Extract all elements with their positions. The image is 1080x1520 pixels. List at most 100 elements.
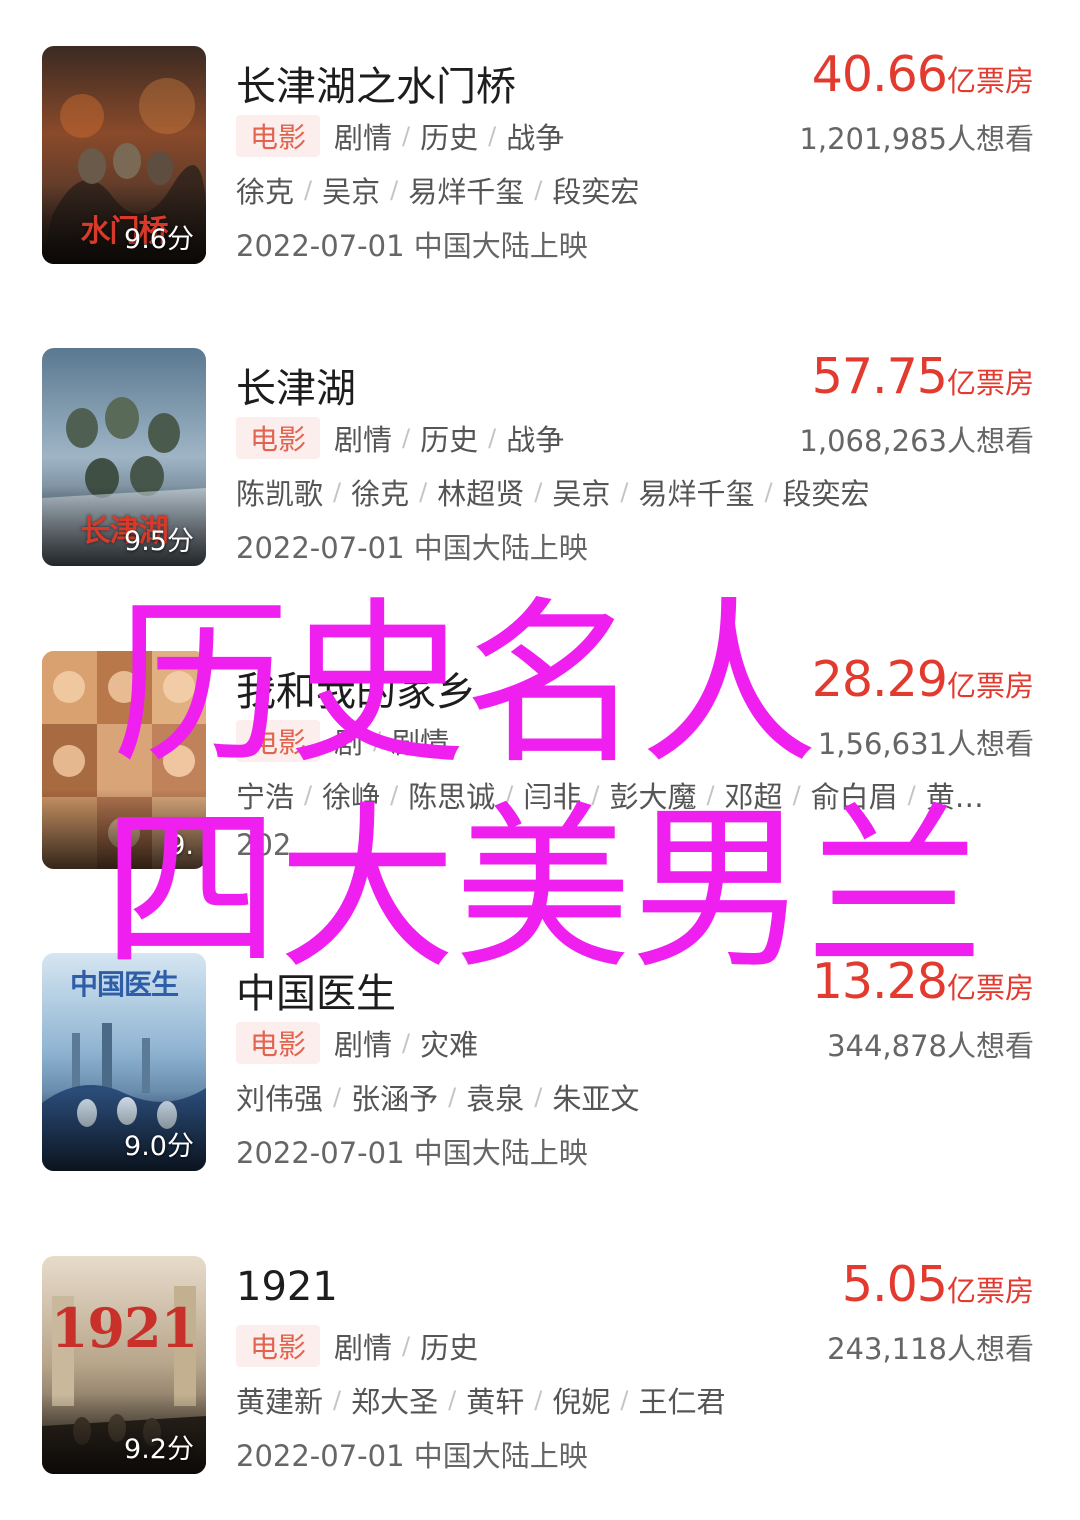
type-badge: 电影 [236,1022,321,1064]
movie-score: 9. [168,830,194,861]
separator: / [402,122,411,150]
box-office-value: 5.05 [841,1256,948,1313]
want-count: 1,56,631人想看 [817,727,1034,761]
box-office: 5.05亿票房 [842,1256,1034,1313]
release-info: 2022-07-01 中国大陆上映 [236,1439,588,1473]
separator: / [390,781,399,809]
movie-score: 9.5分 [124,526,194,557]
want-count: 1,068,263人想看 [799,424,1034,458]
box-office-unit: 亿票房 [946,64,1034,98]
movie-item[interactable]: 长津湖 9.5分 长津湖 电影 剧情 / 历史 / 战争 陈凯歌 / 徐克 / … [0,348,1080,578]
separator: / [534,478,543,506]
movie-item[interactable]: 9. 我和我的家乡 电影 剧 / 剧情 宁浩 / 徐峥 / 陈思诚 / 闫非 /… [0,651,1080,881]
movie-title[interactable]: 长津湖之水门桥 [236,54,516,112]
movie-poster[interactable]: 长津湖 9.5分 [42,348,206,566]
genre-tag: 剧情 [334,121,393,155]
genre-tags: 电影 剧情 / 历史 [236,1325,478,1367]
cast-member: 邓超 [724,780,783,814]
genre-tag: 剧情 [391,726,450,760]
genre-tag: 战争 [506,121,565,155]
movie-item[interactable]: 水门桥 9.6分 长津湖之水门桥 电影 剧情 / 历史 / 战争 徐克 / 吴京… [0,46,1080,276]
movie-title[interactable]: 我和我的家乡 [236,659,476,717]
box-office-unit: 亿票房 [946,971,1034,1005]
box-office-unit: 亿票房 [946,1274,1034,1308]
movie-title[interactable]: 1921 [236,1264,338,1310]
genre-tags: 电影 剧 / 剧情 [236,720,450,762]
separator: / [448,1083,457,1111]
genre-tags: 电影 剧情 / 灾难 [236,1022,479,1064]
movie-poster[interactable]: 中国医生 9.0分 [42,953,206,1171]
cast-member: 吴京 [552,477,611,511]
cast-list: 宁浩 / 徐峥 / 陈思诚 / 闫非 / 彭大魔 / 邓超 / 俞白眉 / 黄… [236,775,1036,815]
genre-tag: 灾难 [420,1028,479,1062]
cast-member: 林超贤 [437,477,525,511]
movie-title[interactable]: 长津湖 [236,356,356,414]
separator: / [419,478,428,506]
type-badge: 电影 [236,115,321,157]
separator: / [505,781,514,809]
separator: / [488,122,497,150]
separator: / [792,781,801,809]
box-office-unit: 亿票房 [946,669,1034,703]
cast-member: 黄… [925,780,984,814]
cast-member: 易烊千玺 [638,477,755,511]
cast-member: 王仁君 [638,1385,726,1419]
separator: / [534,176,543,204]
want-count: 344,878人想看 [827,1029,1034,1063]
type-badge: 电影 [236,720,321,762]
cast-member: 倪妮 [552,1385,611,1419]
separator: / [534,1386,543,1414]
genre-tags: 电影 剧情 / 历史 / 战争 [236,115,565,157]
box-office-value: 13.28 [811,953,948,1010]
genre-tag: 历史 [420,423,479,457]
cast-member: 刘伟强 [236,1082,324,1116]
box-office-value: 28.29 [811,651,948,708]
cast-member: 彭大魔 [609,780,697,814]
cast-member: 郑大圣 [351,1385,439,1419]
release-info: 2022-07-01 中国大陆上映 [236,531,588,565]
want-count: 1,201,985人想看 [799,122,1034,156]
genre-tag: 历史 [420,121,479,155]
cast-member: 徐峥 [322,780,381,814]
release-info: 2022-07-01 中国大陆上映 [236,1136,588,1170]
separator: / [390,176,399,204]
movie-poster[interactable]: 水门桥 9.6分 [42,46,206,264]
cast-member: 黄轩 [466,1385,525,1419]
movie-poster[interactable]: 1921 9.2分 [42,1256,206,1474]
cast-member: 徐克 [351,477,410,511]
movie-score: 9.6分 [124,224,194,255]
cast-list: 黄建新 / 郑大圣 / 黄轩 / 倪妮 / 王仁君 [236,1380,1036,1420]
movie-score: 9.2分 [124,1434,194,1465]
movie-list: 水门桥 9.6分 长津湖之水门桥 电影 剧情 / 历史 / 战争 徐克 / 吴京… [0,0,1080,1520]
movie-title[interactable]: 中国医生 [236,961,396,1019]
cast-member: 袁泉 [466,1082,525,1116]
type-badge: 电影 [236,417,321,459]
movie-poster[interactable]: 9. [42,651,206,869]
box-office: 40.66亿票房 [812,46,1034,103]
separator: / [304,176,313,204]
genre-tags: 电影 剧情 / 历史 / 战争 [236,417,564,459]
box-office: 57.75亿票房 [812,348,1034,405]
box-office-value: 40.66 [811,46,948,103]
cast-member: 张涵予 [351,1082,439,1116]
separator: / [706,781,715,809]
cast-list: 徐克 / 吴京 / 易烊千玺 / 段奕宏 [236,170,1036,210]
separator: / [534,1083,543,1111]
cast-member: 徐克 [236,175,295,209]
separator: / [488,424,497,452]
release-info: 2022-07-01 中国大陆上映 [236,229,588,263]
movie-item[interactable]: 1921 9.2分 1921 电影 剧情 / 历史 黄建新 / 郑大圣 / 黄轩… [0,1256,1080,1486]
cast-member: 黄建新 [236,1385,324,1419]
cast-member: 段奕宏 [552,175,640,209]
cast-list: 陈凯歌 / 徐克 / 林超贤 / 吴京 / 易烊千玺 / 段奕宏 [236,472,1036,512]
box-office-value: 57.75 [811,348,948,405]
separator: / [591,781,600,809]
separator: / [333,478,342,506]
separator: / [373,727,382,755]
separator: / [620,1386,629,1414]
genre-tag: 剧情 [334,1331,393,1365]
separator: / [333,1083,342,1111]
separator: / [620,478,629,506]
movie-item[interactable]: 中国医生 9.0分 中国医生 电影 剧情 / 灾难 刘伟强 / 张涵予 / 袁泉… [0,953,1080,1183]
genre-tag: 剧情 [334,1028,393,1062]
